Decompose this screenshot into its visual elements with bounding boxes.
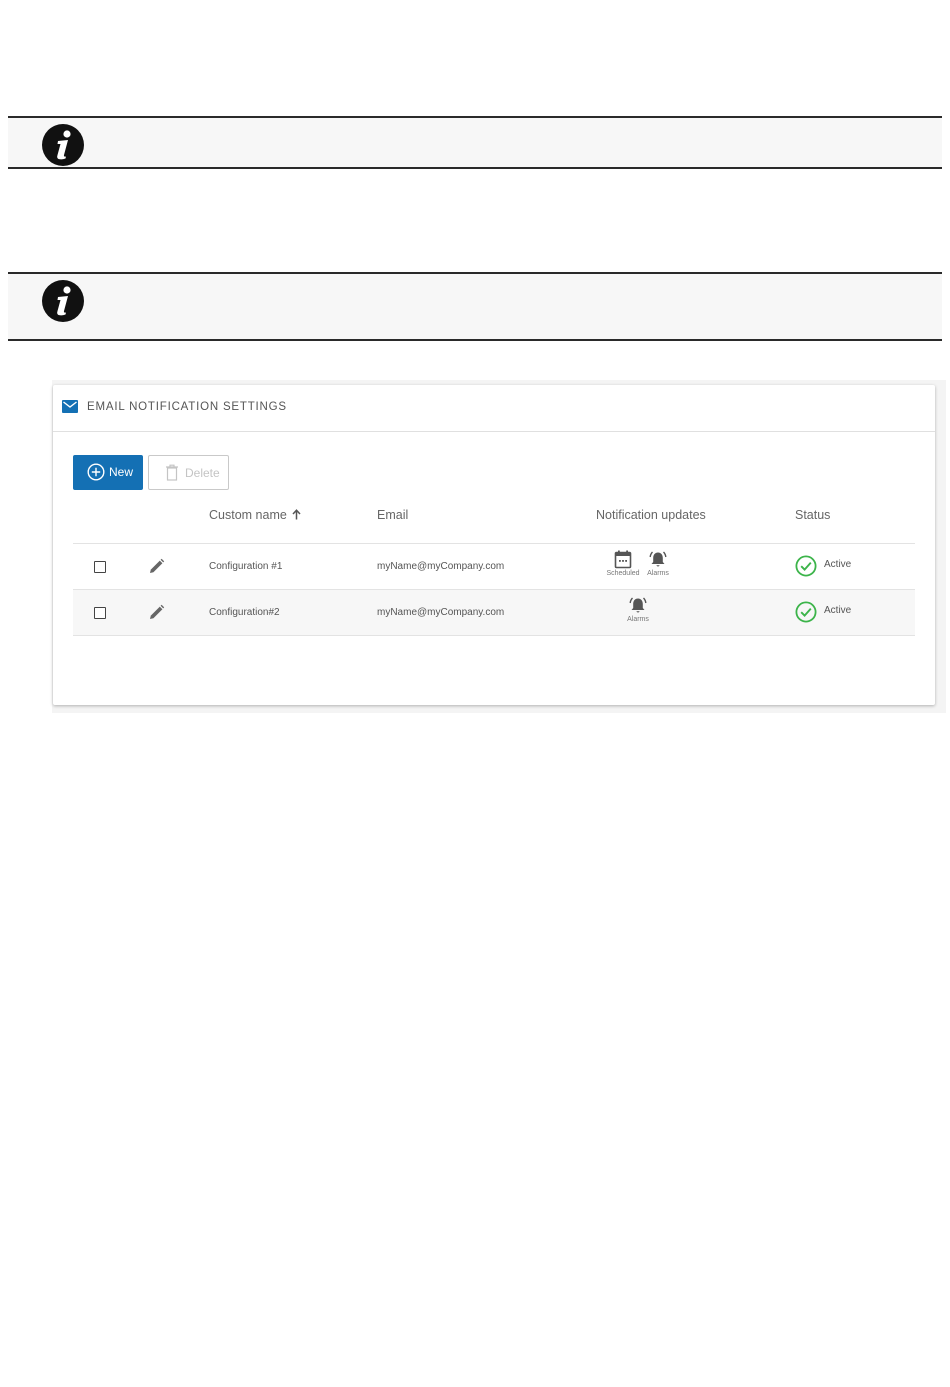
delete-button-label: Delete — [185, 466, 220, 480]
row-status: Active — [824, 559, 852, 570]
new-button-label: New — [109, 465, 134, 479]
sort-ascending-icon — [292, 509, 301, 520]
row-checkbox[interactable] — [94, 561, 106, 573]
alarm-bell-icon — [629, 597, 647, 613]
email-notification-card: EMAIL NOTIFICATION SETTINGS New Delete C… — [53, 385, 935, 705]
row-email: myName@myCompany.com — [377, 561, 505, 572]
table-row[interactable]: Configuration #1 myName@myCompany.com Sc… — [73, 543, 915, 589]
alarm-bell-icon — [649, 551, 667, 567]
notification-alarms: Alarms — [618, 596, 658, 623]
row-status: Active — [824, 605, 852, 616]
column-header-email[interactable]: Email — [377, 508, 408, 522]
delete-button[interactable]: Delete — [148, 455, 229, 490]
new-button[interactable]: New — [73, 455, 143, 490]
column-header-notification-updates[interactable]: Notification updates — [596, 508, 706, 522]
mail-icon — [62, 400, 78, 413]
row-custom-name: Configuration#2 — [209, 607, 280, 618]
card-header: EMAIL NOTIFICATION SETTINGS — [53, 385, 935, 432]
info-note-1 — [8, 116, 942, 169]
calendar-icon — [614, 550, 632, 569]
notification-caption: Scheduled — [606, 570, 640, 577]
pencil-edit-icon[interactable] — [148, 558, 165, 575]
notification-scheduled: Scheduled — [603, 550, 643, 577]
trash-icon — [166, 464, 178, 481]
table-row[interactable]: Configuration#2 myName@myCompany.com Ala… — [73, 589, 915, 636]
notification-alarms: Alarms — [638, 550, 678, 577]
plus-circle-icon — [87, 463, 105, 481]
row-checkbox[interactable] — [94, 607, 106, 619]
column-header-status[interactable]: Status — [795, 508, 830, 522]
row-custom-name: Configuration #1 — [209, 561, 283, 572]
screenshot-frame: EMAIL NOTIFICATION SETTINGS New Delete C… — [52, 380, 946, 713]
check-circle-icon — [795, 555, 817, 577]
notification-caption: Alarms — [647, 570, 669, 577]
check-circle-icon — [795, 601, 817, 623]
info-icon — [42, 124, 84, 166]
info-note-2 — [8, 272, 942, 341]
notification-caption: Alarms — [627, 616, 649, 623]
card-title: EMAIL NOTIFICATION SETTINGS — [87, 401, 287, 413]
column-header-custom-name[interactable]: Custom name — [209, 508, 301, 522]
info-icon — [42, 280, 84, 322]
pencil-edit-icon[interactable] — [148, 604, 165, 621]
row-email: myName@myCompany.com — [377, 607, 505, 618]
